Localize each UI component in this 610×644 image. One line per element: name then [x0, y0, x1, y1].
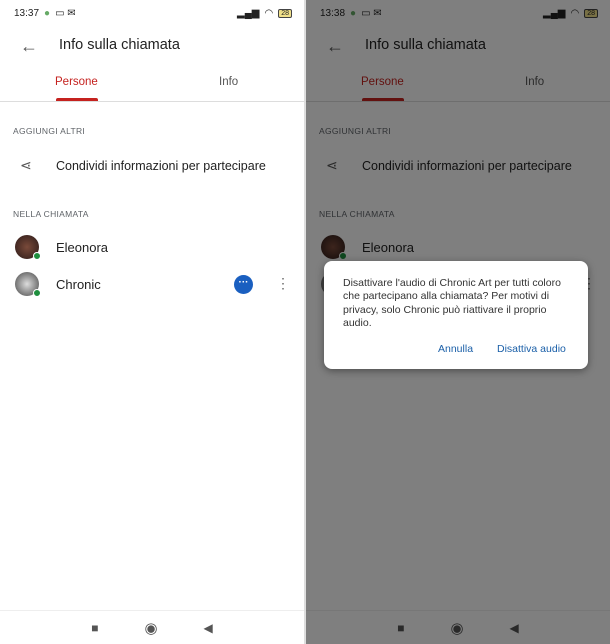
more-horizontal-icon[interactable]: ··· — [234, 275, 253, 294]
tab-persone[interactable]: Persone — [55, 76, 98, 88]
divider — [0, 101, 304, 102]
online-indicator — [33, 289, 41, 297]
notification-icons: ▭ ✉ — [55, 7, 76, 19]
avatar — [15, 272, 41, 297]
back-button[interactable]: ◀ — [204, 621, 213, 635]
section-heading-in-call: NELLA CHIAMATA — [13, 209, 89, 219]
dialog-message: Disattivare l'audio di Chronic Art per t… — [343, 277, 561, 329]
tab-info[interactable]: Info — [219, 76, 238, 88]
notification-icons: ● — [44, 7, 51, 19]
participant-name[interactable]: Chronic — [56, 277, 101, 292]
participant-name[interactable]: Eleonora — [56, 240, 108, 255]
avatar — [15, 235, 41, 260]
wifi-icon: ◠ — [264, 7, 274, 19]
share-icon[interactable]: ⋖ — [20, 157, 32, 174]
mute-audio-button[interactable]: Disattiva audio — [497, 343, 566, 355]
screen-dialog: 13:38 ●▭ ✉ ▂▄▆◠28 ← Info sulla chiamata … — [306, 0, 610, 644]
online-indicator — [33, 252, 41, 260]
recents-button[interactable]: ■ — [91, 621, 98, 635]
status-bar: 13:37 ● ▭ ✉ ▂▄▆ ◠ 28 — [14, 6, 292, 20]
more-vert-icon[interactable]: ⋮ — [276, 275, 290, 292]
page-title: Info sulla chiamata — [59, 37, 180, 53]
battery-icon: 28 — [278, 8, 292, 18]
signal-icon: ▂▄▆ — [237, 7, 260, 19]
home-button[interactable]: ◉ — [144, 619, 157, 637]
share-info-button[interactable]: Condividi informazioni per partecipare — [56, 159, 266, 173]
mute-dialog: Disattivare l'audio di Chronic Art per t… — [324, 261, 588, 369]
arrow-back-icon[interactable]: ← — [20, 36, 38, 57]
section-heading-add: AGGIUNGI ALTRI — [13, 126, 86, 136]
clock: 13:37 — [14, 7, 40, 19]
screen-before: 13:37 ● ▭ ✉ ▂▄▆ ◠ 28 ← Info sulla chiamata … — [0, 0, 304, 644]
navigation-bar: ■ ◉ ◀ — [0, 610, 304, 644]
cancel-button[interactable]: Annulla — [438, 343, 473, 355]
